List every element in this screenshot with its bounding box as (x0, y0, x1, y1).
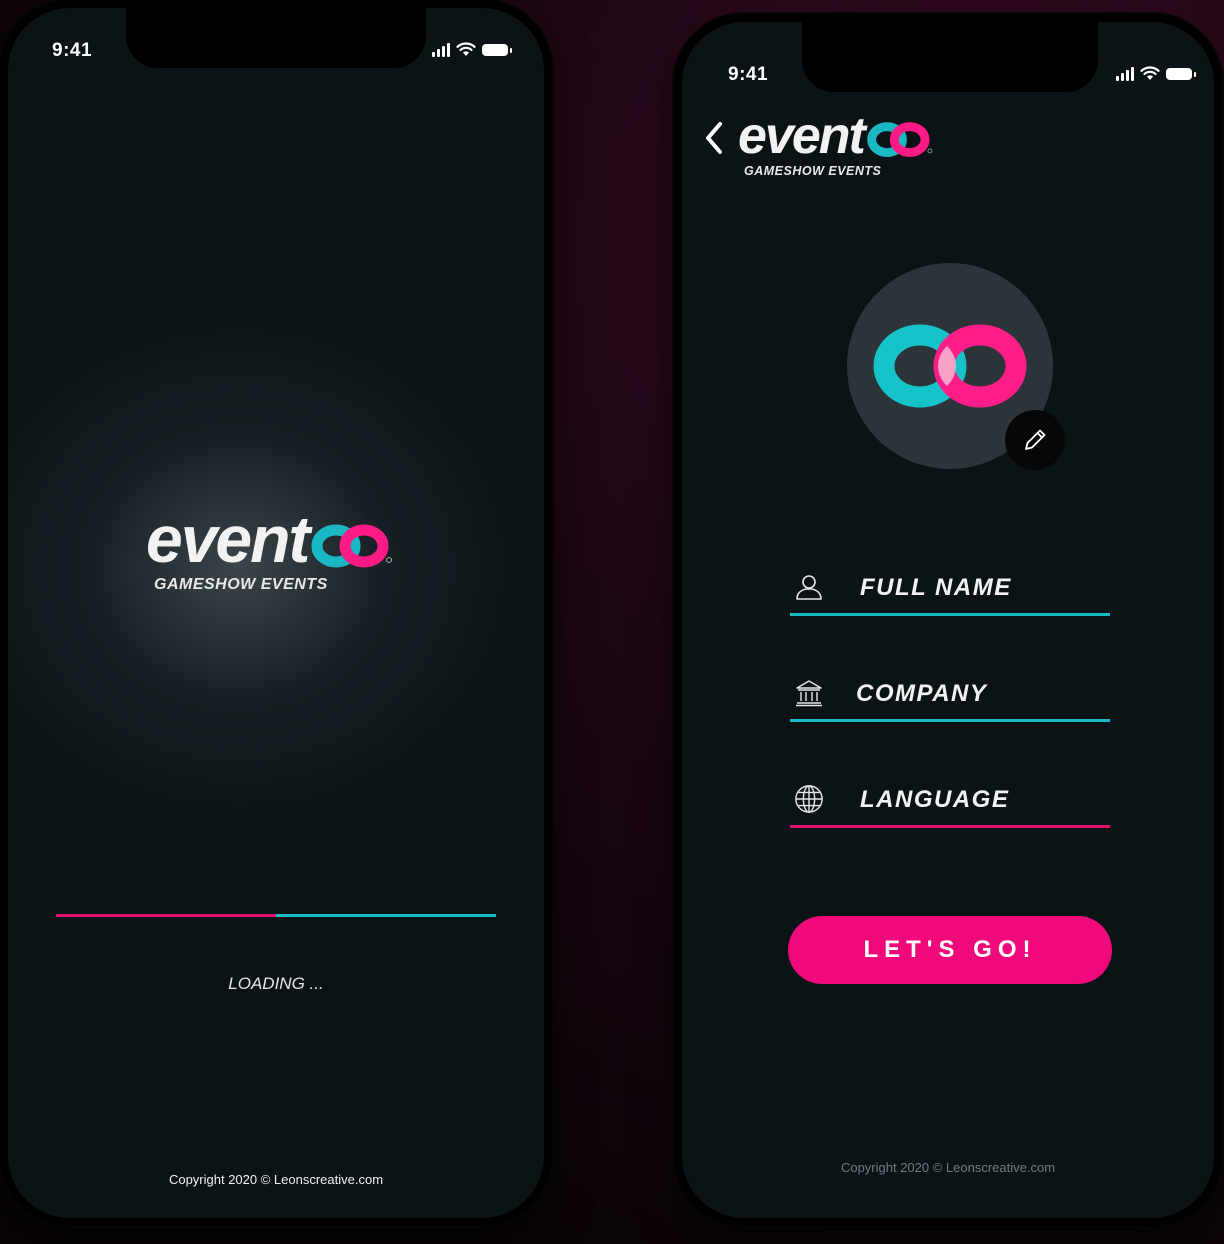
signal-icon (432, 42, 450, 57)
splash-logo: event GAMESHOW EVENTS (146, 506, 394, 594)
logo-tagline: GAMESHOW EVENTS (154, 576, 328, 593)
edit-avatar-button[interactable] (1005, 410, 1065, 470)
copyright-text: Copyright 2020 © Leonscreative.com (840, 1160, 1056, 1175)
pencil-icon (1025, 429, 1046, 450)
lets-go-button[interactable]: LET'S GO! (788, 916, 1112, 984)
profile-phone-frame: 9:41 event GAMESHOW EVENTS FULL NAME COM… (674, 14, 1222, 1226)
wifi-icon (1140, 66, 1160, 80)
logo-text: event (738, 107, 866, 165)
header-logo: event GAMESHOW EVENTS (738, 110, 934, 178)
copyright-text: Copyright 2020 © Leonscreative.com (168, 1172, 384, 1187)
status-icons (1116, 66, 1196, 81)
back-button[interactable] (700, 118, 728, 158)
loading-progress-bar (56, 914, 496, 917)
wifi-icon (456, 42, 476, 56)
logo-infinity-icon (867, 122, 933, 158)
logo-text: event (146, 502, 310, 576)
battery-icon (482, 43, 512, 56)
splash-screen: 9:41 event GAMESHOW EVENTS LOADING ... C… (8, 8, 544, 1218)
status-icons (432, 42, 512, 57)
bank-icon (794, 678, 824, 708)
logo-wordmark: event (146, 506, 394, 572)
language-underline (790, 825, 1110, 828)
signal-icon (1116, 66, 1134, 81)
loading-label: LOADING ... (228, 974, 324, 993)
chevron-left-icon (706, 122, 722, 154)
language-label: LANGUAGE (860, 786, 1010, 813)
phone-notch (802, 22, 1098, 92)
splash-phone-frame: 9:41 event GAMESHOW EVENTS LOADING ... C… (0, 0, 552, 1226)
full-name-field[interactable]: FULL NAME (790, 560, 1110, 616)
full-name-underline (790, 613, 1110, 616)
loading-progress-fill (56, 914, 276, 917)
language-field[interactable]: LANGUAGE (790, 772, 1110, 828)
logo-tagline: GAMESHOW EVENTS (744, 164, 882, 178)
status-time: 9:41 (728, 64, 769, 85)
globe-icon (794, 784, 824, 814)
logo-infinity-icon (311, 524, 393, 568)
phone-notch (126, 8, 426, 68)
company-field[interactable]: COMPANY (790, 666, 1110, 722)
logo-wordmark: event (738, 110, 934, 162)
company-label: COMPANY (856, 680, 988, 707)
status-time: 9:41 (52, 40, 93, 61)
battery-icon (1166, 67, 1196, 80)
profile-screen: 9:41 event GAMESHOW EVENTS FULL NAME COM… (682, 22, 1214, 1218)
company-underline (790, 719, 1110, 722)
full-name-label: FULL NAME (860, 574, 1012, 601)
user-icon (794, 572, 824, 602)
